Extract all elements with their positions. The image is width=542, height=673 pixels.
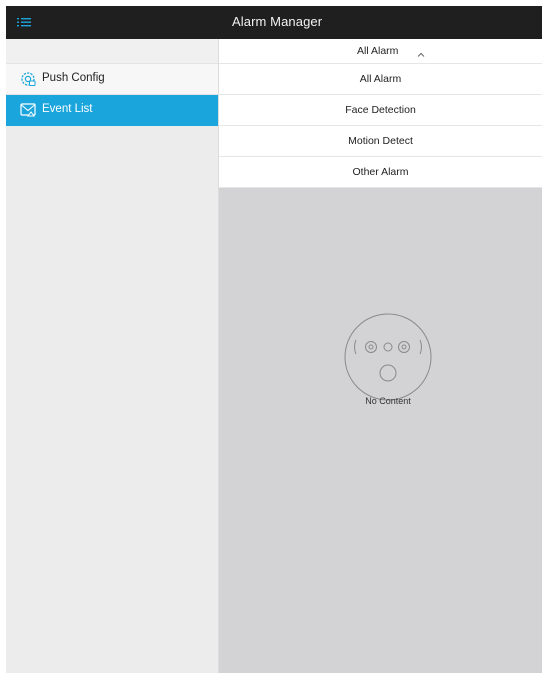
app-window: Alarm Manager Push Config Event List All… <box>6 6 542 673</box>
top-bar: Alarm Manager <box>6 6 542 39</box>
page-title: Alarm Manager <box>232 14 323 29</box>
empty-state: No Content <box>344 307 432 406</box>
menu-item-face-detection[interactable]: Face Detection <box>219 95 542 126</box>
list-menu-icon[interactable] <box>16 15 32 31</box>
chevron-up-icon <box>416 46 426 57</box>
menu-item-other-alarm[interactable]: Other Alarm <box>219 157 542 188</box>
empty-box-icon <box>344 307 432 407</box>
event-panel: All Alarm All Alarm Face Detection Motio… <box>219 39 542 673</box>
gear-config-icon <box>20 71 36 87</box>
alarm-filter-menu: All Alarm Face Detection Motion Detect O… <box>219 64 542 188</box>
sidebar-item-event-list[interactable]: Event List <box>6 95 218 126</box>
menu-item-motion-detect[interactable]: Motion Detect <box>219 126 542 157</box>
event-list-icon <box>20 102 36 118</box>
empty-state-text: No Content <box>365 396 411 406</box>
sidebar-item-label: Event List <box>42 103 93 115</box>
menu-item-all-alarm[interactable]: All Alarm <box>219 64 542 95</box>
sidebar-item-label: Push Config <box>42 72 105 84</box>
filter-selected-label: All Alarm <box>357 45 399 57</box>
sidebar-spacer <box>6 39 218 64</box>
alarm-filter-dropdown[interactable]: All Alarm <box>219 39 542 64</box>
sidebar-item-push-config[interactable]: Push Config <box>6 64 218 95</box>
sidebar: Push Config Event List <box>6 39 219 673</box>
